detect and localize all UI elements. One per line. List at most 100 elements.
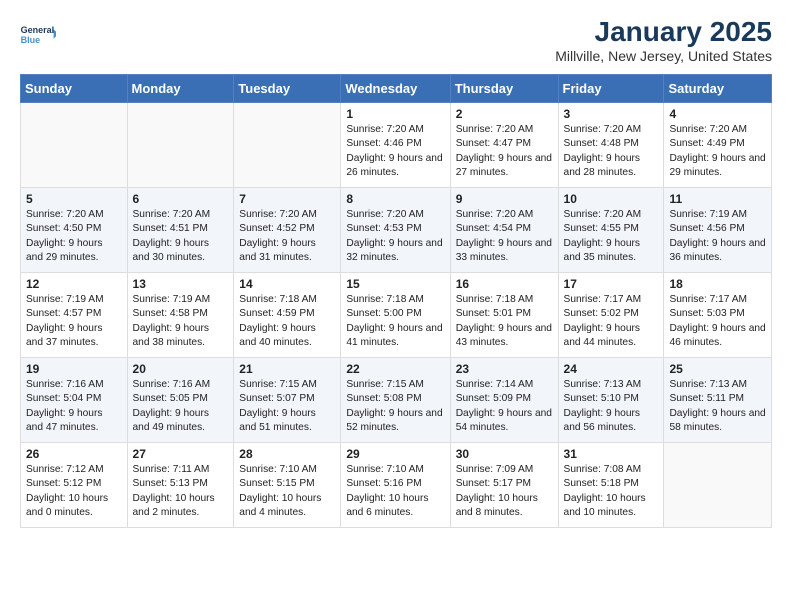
- day-number: 16: [456, 277, 553, 291]
- day-number: 30: [456, 447, 553, 461]
- day-info: Sunrise: 7:20 AM Sunset: 4:46 PM Dayligh…: [346, 123, 444, 180]
- table-row: 4 Sunrise: 7:20 AM Sunset: 4:49 PM Daylig…: [664, 103, 772, 188]
- month-year-title: January 2025: [555, 16, 772, 48]
- day-number: 9: [456, 192, 553, 206]
- day-number: 15: [346, 277, 444, 291]
- col-sunday: Sunday: [21, 75, 128, 103]
- day-number: 10: [564, 192, 659, 206]
- day-info: Sunrise: 7:09 AM Sunset: 5:17 PM Dayligh…: [456, 463, 553, 520]
- calendar-week-row: 12Sunrise: 7:19 AM Sunset: 4:57 PM Dayli…: [21, 273, 772, 358]
- day-info: Sunrise: 7:10 AM Sunset: 5:15 PM Dayligh…: [239, 463, 335, 520]
- day-info: Sunrise: 7:18 AM Sunset: 5:01 PM Dayligh…: [456, 293, 553, 350]
- day-number: 19: [26, 362, 122, 376]
- day-info: Sunrise: 7:18 AM Sunset: 5:00 PM Dayligh…: [346, 293, 444, 350]
- day-info: Sunrise: 7:17 AM Sunset: 5:03 PM Dayligh…: [669, 293, 766, 350]
- day-info: Sunrise: 7:20 AM Sunset: 4:47 PM Dayligh…: [456, 123, 553, 180]
- table-row: 1 Sunrise: 7:20 AM Sunset: 4:46 PM Daylig…: [341, 103, 450, 188]
- logo-icon: General Blue: [20, 16, 56, 52]
- calendar-header-row: Sunday Monday Tuesday Wednesday Thursday…: [21, 75, 772, 103]
- svg-text:Blue: Blue: [21, 35, 41, 45]
- table-row: 31 Sunrise: 7:08 AM Sunset: 5:18 PM Dayli…: [558, 443, 664, 528]
- day-number: 21: [239, 362, 335, 376]
- table-row: 22 Sunrise: 7:15 AM Sunset: 5:08 PM Dayli…: [341, 358, 450, 443]
- table-row: 30 Sunrise: 7:09 AM Sunset: 5:17 PM Dayli…: [450, 443, 558, 528]
- table-row: 16 Sunrise: 7:18 AM Sunset: 5:01 PM Dayli…: [450, 273, 558, 358]
- day-number: 4: [669, 107, 766, 121]
- day-number: 2: [456, 107, 553, 121]
- table-row: 27 Sunrise: 7:11 AM Sunset: 5:13 PM Dayli…: [127, 443, 234, 528]
- table-row: 26Sunrise: 7:12 AM Sunset: 5:12 PM Dayli…: [21, 443, 128, 528]
- table-row: 24Sunrise: 7:13 AM Sunset: 5:10 PM Dayli…: [558, 358, 664, 443]
- day-number: 7: [239, 192, 335, 206]
- table-row: 6 Sunrise: 7:20 AM Sunset: 4:51 PM Daylig…: [127, 188, 234, 273]
- table-row: 13Sunrise: 7:19 AM Sunset: 4:58 PM Dayli…: [127, 273, 234, 358]
- calendar-week-row: 26Sunrise: 7:12 AM Sunset: 5:12 PM Dayli…: [21, 443, 772, 528]
- day-info: Sunrise: 7:18 AM Sunset: 4:59 PM Dayligh…: [239, 293, 335, 350]
- day-info: Sunrise: 7:15 AM Sunset: 5:08 PM Dayligh…: [346, 378, 444, 435]
- location-subtitle: Millville, New Jersey, United States: [555, 48, 772, 64]
- day-info: Sunrise: 7:20 AM Sunset: 4:51 PM Dayligh…: [133, 208, 229, 265]
- day-info: Sunrise: 7:20 AM Sunset: 4:48 PM Dayligh…: [564, 123, 659, 180]
- col-thursday: Thursday: [450, 75, 558, 103]
- day-number: 12: [26, 277, 122, 291]
- day-info: Sunrise: 7:14 AM Sunset: 5:09 PM Dayligh…: [456, 378, 553, 435]
- table-row: 9 Sunrise: 7:20 AM Sunset: 4:54 PM Daylig…: [450, 188, 558, 273]
- table-row: 17Sunrise: 7:17 AM Sunset: 5:02 PM Dayli…: [558, 273, 664, 358]
- day-number: 1: [346, 107, 444, 121]
- table-row: 23 Sunrise: 7:14 AM Sunset: 5:09 PM Dayli…: [450, 358, 558, 443]
- table-row: [21, 103, 128, 188]
- calendar-table: Sunday Monday Tuesday Wednesday Thursday…: [20, 74, 772, 528]
- svg-text:General: General: [21, 25, 55, 35]
- table-row: 8 Sunrise: 7:20 AM Sunset: 4:53 PM Daylig…: [341, 188, 450, 273]
- page-container: General Blue January 2025 Millville, New…: [0, 0, 792, 538]
- table-row: [664, 443, 772, 528]
- title-block: January 2025 Millville, New Jersey, Unit…: [555, 16, 772, 64]
- table-row: 15 Sunrise: 7:18 AM Sunset: 5:00 PM Dayli…: [341, 273, 450, 358]
- table-row: 3 Sunrise: 7:20 AM Sunset: 4:48 PM Daylig…: [558, 103, 664, 188]
- day-number: 28: [239, 447, 335, 461]
- day-info: Sunrise: 7:13 AM Sunset: 5:10 PM Dayligh…: [564, 378, 659, 435]
- table-row: 29Sunrise: 7:10 AM Sunset: 5:16 PM Dayli…: [341, 443, 450, 528]
- day-info: Sunrise: 7:16 AM Sunset: 5:04 PM Dayligh…: [26, 378, 122, 435]
- day-number: 8: [346, 192, 444, 206]
- day-info: Sunrise: 7:20 AM Sunset: 4:53 PM Dayligh…: [346, 208, 444, 265]
- table-row: 2 Sunrise: 7:20 AM Sunset: 4:47 PM Daylig…: [450, 103, 558, 188]
- day-number: 22: [346, 362, 444, 376]
- day-info: Sunrise: 7:15 AM Sunset: 5:07 PM Dayligh…: [239, 378, 335, 435]
- day-info: Sunrise: 7:11 AM Sunset: 5:13 PM Dayligh…: [133, 463, 229, 520]
- table-row: 20Sunrise: 7:16 AM Sunset: 5:05 PM Dayli…: [127, 358, 234, 443]
- logo: General Blue: [20, 16, 56, 52]
- day-info: Sunrise: 7:19 AM Sunset: 4:56 PM Dayligh…: [669, 208, 766, 265]
- day-number: 11: [669, 192, 766, 206]
- day-number: 25: [669, 362, 766, 376]
- col-wednesday: Wednesday: [341, 75, 450, 103]
- day-number: 23: [456, 362, 553, 376]
- table-row: 19 Sunrise: 7:16 AM Sunset: 5:04 PM Dayli…: [21, 358, 128, 443]
- calendar-week-row: 5Sunrise: 7:20 AM Sunset: 4:50 PM Daylig…: [21, 188, 772, 273]
- table-row: [127, 103, 234, 188]
- day-info: Sunrise: 7:10 AM Sunset: 5:16 PM Dayligh…: [346, 463, 444, 520]
- table-row: 12Sunrise: 7:19 AM Sunset: 4:57 PM Dayli…: [21, 273, 128, 358]
- table-row: 21 Sunrise: 7:15 AM Sunset: 5:07 PM Dayli…: [234, 358, 341, 443]
- day-info: Sunrise: 7:20 AM Sunset: 4:49 PM Dayligh…: [669, 123, 766, 180]
- day-number: 17: [564, 277, 659, 291]
- day-number: 6: [133, 192, 229, 206]
- table-row: 25 Sunrise: 7:13 AM Sunset: 5:11 PM Dayli…: [664, 358, 772, 443]
- day-info: Sunrise: 7:20 AM Sunset: 4:54 PM Dayligh…: [456, 208, 553, 265]
- page-header: General Blue January 2025 Millville, New…: [20, 16, 772, 64]
- day-info: Sunrise: 7:20 AM Sunset: 4:55 PM Dayligh…: [564, 208, 659, 265]
- table-row: 7 Sunrise: 7:20 AM Sunset: 4:52 PM Daylig…: [234, 188, 341, 273]
- table-row: 5Sunrise: 7:20 AM Sunset: 4:50 PM Daylig…: [21, 188, 128, 273]
- day-number: 27: [133, 447, 229, 461]
- day-info: Sunrise: 7:08 AM Sunset: 5:18 PM Dayligh…: [564, 463, 659, 520]
- day-number: 31: [564, 447, 659, 461]
- day-number: 3: [564, 107, 659, 121]
- day-number: 14: [239, 277, 335, 291]
- day-info: Sunrise: 7:19 AM Sunset: 4:58 PM Dayligh…: [133, 293, 229, 350]
- day-info: Sunrise: 7:20 AM Sunset: 4:52 PM Dayligh…: [239, 208, 335, 265]
- day-number: 18: [669, 277, 766, 291]
- day-info: Sunrise: 7:16 AM Sunset: 5:05 PM Dayligh…: [133, 378, 229, 435]
- day-info: Sunrise: 7:13 AM Sunset: 5:11 PM Dayligh…: [669, 378, 766, 435]
- col-monday: Monday: [127, 75, 234, 103]
- calendar-week-row: 19 Sunrise: 7:16 AM Sunset: 5:04 PM Dayli…: [21, 358, 772, 443]
